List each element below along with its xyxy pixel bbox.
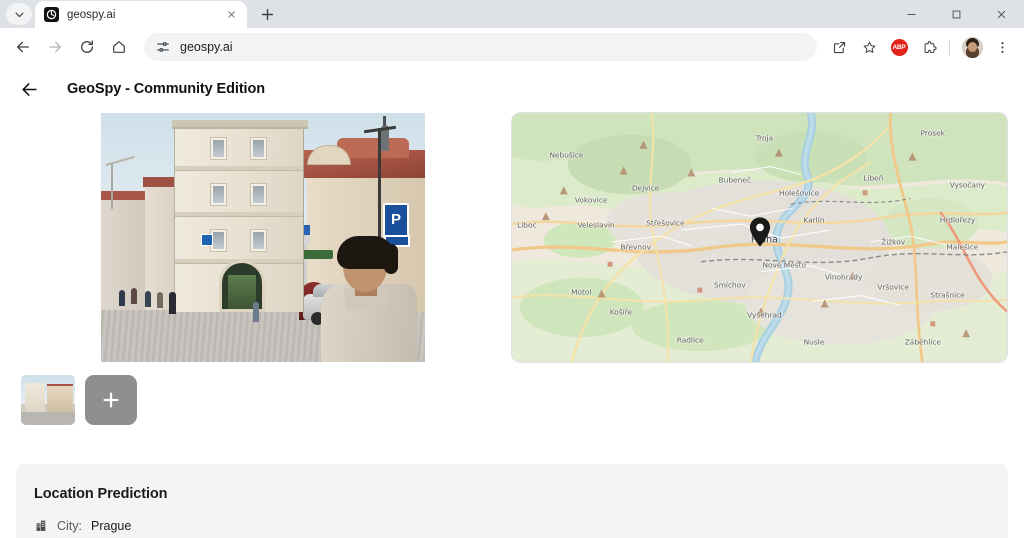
address-bar-url: geospy.ai [180,40,233,54]
forward-button[interactable] [40,32,70,62]
location-prediction-card: Location Prediction City: Prague [16,464,1008,538]
map-column: Nebušice Dejvice Vokovice Liboc Veleslav… [511,112,1008,363]
adblock-extension-button[interactable]: ABP [885,33,913,61]
geospy-logo-icon [44,7,59,22]
uploaded-photo-thumbnail[interactable] [21,375,75,425]
tab-strip: geospy.ai [0,0,1024,28]
extensions-button[interactable] [915,33,943,61]
page-title: GeoSpy - Community Edition [67,81,265,97]
app-header: GeoSpy - Community Edition [0,66,1024,112]
install-app-button[interactable] [825,33,853,61]
minimize-button[interactable] [889,0,934,28]
location-map[interactable]: Nebušice Dejvice Vokovice Liboc Veleslav… [511,112,1008,363]
three-dot-menu-icon [1000,41,1004,53]
home-button[interactable] [104,32,134,62]
chevron-down-icon [14,12,24,17]
bookmark-button[interactable] [855,33,883,61]
tab-title: geospy.ai [67,8,116,21]
minimize-icon [907,13,916,15]
prediction-title: Location Prediction [34,486,168,502]
tab-close-button[interactable] [224,7,239,22]
toolbar-divider [949,39,950,55]
content-row: P Nebušice Dejvice Vokovice Liboc Velesl… [0,112,1024,425]
thumbnail-row [21,375,511,425]
prediction-city-value: Prague [91,518,132,533]
browser-toolbar: geospy.ai ABP [0,28,1024,66]
install-app-icon [833,41,845,53]
back-button[interactable] [8,32,38,62]
avatar [961,36,983,58]
home-icon [113,41,125,53]
app-back-button[interactable] [14,74,44,104]
reload-icon [81,40,93,53]
browser-tab[interactable]: geospy.ai [35,1,247,28]
uploaded-photo[interactable]: P [101,113,425,362]
window-controls [889,0,1024,28]
arrow-left-icon [21,82,37,96]
tab-search-button[interactable] [6,3,32,25]
map-pin-icon[interactable] [749,217,771,248]
adblock-badge: ABP [890,38,908,56]
plus-icon [261,8,273,20]
browser-menu-button[interactable] [988,33,1016,61]
prediction-city-row: City: Prague [34,518,1008,533]
address-bar[interactable]: geospy.ai [144,33,817,61]
buildings-icon [34,518,49,533]
puzzle-icon [924,40,937,53]
prediction-city-label: City: [57,518,82,533]
star-icon [863,41,875,53]
browser-window: geospy.ai geospy.ai ABP GeoSpy - Communi… [0,0,1024,538]
profile-button[interactable] [958,33,986,61]
close-icon [997,10,1006,18]
close-icon [228,11,235,18]
reload-button[interactable] [72,32,102,62]
photo-column: P [16,112,511,425]
page-content: GeoSpy - Community Edition P Nebušice De… [0,66,1024,538]
photo-foreground-person [321,236,417,362]
add-image-button[interactable] [85,375,137,425]
arrow-left-icon [17,41,29,53]
new-tab-button[interactable] [254,1,280,27]
arrow-right-icon [49,41,61,53]
plus-icon [103,392,119,408]
tune-icon[interactable] [154,39,171,56]
maximize-button[interactable] [934,0,979,28]
maximize-icon [952,10,961,18]
close-window-button[interactable] [979,0,1024,28]
